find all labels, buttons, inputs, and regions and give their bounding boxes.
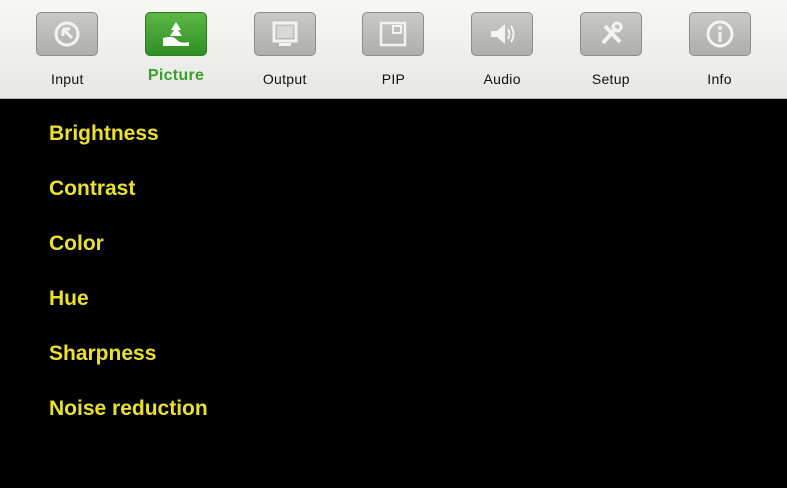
monitor-icon (253, 12, 316, 56)
tab-setup[interactable]: Setup (565, 0, 657, 98)
pip-icon (362, 12, 425, 56)
tab-output-label: Output (262, 71, 307, 87)
speaker-icon (471, 12, 534, 56)
menu-item-contrast[interactable]: Contrast (49, 172, 208, 227)
menu-item-noise-reduction[interactable]: Noise reduction (49, 392, 208, 447)
menu-item-sharpness[interactable]: Sharpness (49, 337, 208, 392)
tab-pip[interactable]: PIP (347, 0, 439, 98)
tab-audio[interactable]: Audio (456, 0, 548, 98)
tab-input-label: Input (51, 71, 84, 87)
menu-item-color[interactable]: Color (49, 227, 208, 282)
tab-setup-label: Setup (591, 71, 630, 87)
picture-landscape-icon (145, 12, 208, 56)
tab-bar: Input Picture Output PIP Audio Setup Inf… (0, 0, 787, 99)
menu-item-hue[interactable]: Hue (49, 282, 208, 337)
tab-audio-label: Audio (483, 71, 521, 87)
input-arrow-icon (36, 12, 99, 56)
tab-info-label: Info (707, 71, 732, 87)
info-icon (688, 12, 751, 56)
picture-menu: Brightness Contrast Color Hue Sharpness … (49, 117, 208, 447)
menu-item-brightness[interactable]: Brightness (49, 117, 208, 172)
osd-screen: Input Picture Output PIP Audio Setup Inf… (0, 0, 787, 488)
tab-info[interactable]: Info (674, 0, 766, 98)
tab-input[interactable]: Input (21, 0, 113, 98)
tab-picture[interactable]: Picture (130, 0, 222, 98)
tab-picture-label: Picture (147, 67, 205, 84)
tools-icon (579, 12, 642, 56)
tab-output[interactable]: Output (239, 0, 331, 98)
tab-pip-label: PIP (381, 71, 406, 87)
